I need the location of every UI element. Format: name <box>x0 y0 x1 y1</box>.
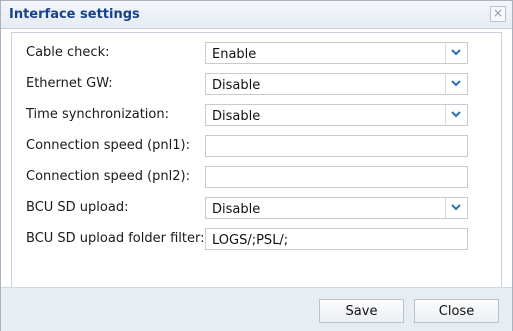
connection-speed-pnl1-label: Connection speed (pnl1): <box>26 138 190 153</box>
close-icon[interactable]: × <box>490 6 506 22</box>
field-row-ethernet-gw: Ethernet GW: Disable <box>12 73 501 97</box>
field-row-time-sync: Time synchronization: Disable <box>12 104 501 128</box>
bcu-sd-folder-filter-label: BCU SD upload folder filter: <box>26 231 205 246</box>
cable-check-select[interactable]: Enable <box>205 42 468 64</box>
connection-speed-pnl2-label: Connection speed (pnl2): <box>26 169 190 184</box>
ethernet-gw-label: Ethernet GW: <box>26 76 113 91</box>
time-sync-value: Disable <box>212 109 261 124</box>
save-button[interactable]: Save <box>319 299 404 323</box>
interface-settings-dialog: Interface settings × Cable check: Enable… <box>0 0 513 331</box>
ethernet-gw-select[interactable]: Disable <box>205 73 468 95</box>
field-row-connection-speed-pnl2: Connection speed (pnl2): <box>12 166 501 190</box>
chevron-down-icon[interactable] <box>445 105 467 125</box>
dialog-titlebar[interactable]: Interface settings × <box>1 1 512 29</box>
field-row-bcu-sd-upload: BCU SD upload: Disable <box>12 197 501 221</box>
dialog-title: Interface settings <box>9 7 140 22</box>
time-sync-select[interactable]: Disable <box>205 104 468 126</box>
connection-speed-pnl1-input[interactable] <box>205 135 468 157</box>
close-button[interactable]: Close <box>414 299 499 323</box>
bcu-sd-folder-filter-input[interactable]: LOGS/;PSL/; <box>205 228 468 250</box>
chevron-down-icon[interactable] <box>445 74 467 94</box>
field-row-connection-speed-pnl1: Connection speed (pnl1): <box>12 135 501 159</box>
field-row-cable-check: Cable check: Enable <box>12 42 501 66</box>
settings-form: Cable check: Enable Ethernet GW: Disable… <box>11 32 502 288</box>
bcu-sd-upload-label: BCU SD upload: <box>26 200 129 215</box>
field-row-bcu-sd-folder-filter: BCU SD upload folder filter: LOGS/;PSL/; <box>12 228 501 252</box>
connection-speed-pnl2-input[interactable] <box>205 166 468 188</box>
chevron-down-icon[interactable] <box>445 43 467 63</box>
bcu-sd-upload-value: Disable <box>212 202 261 217</box>
bcu-sd-folder-filter-value: LOGS/;PSL/; <box>212 233 289 248</box>
bcu-sd-upload-select[interactable]: Disable <box>205 197 468 219</box>
chevron-down-icon[interactable] <box>445 198 467 218</box>
dialog-footer: Save Close <box>1 287 512 331</box>
time-sync-label: Time synchronization: <box>26 107 169 122</box>
ethernet-gw-value: Disable <box>212 78 261 93</box>
cable-check-label: Cable check: <box>26 45 110 60</box>
cable-check-value: Enable <box>212 47 257 62</box>
